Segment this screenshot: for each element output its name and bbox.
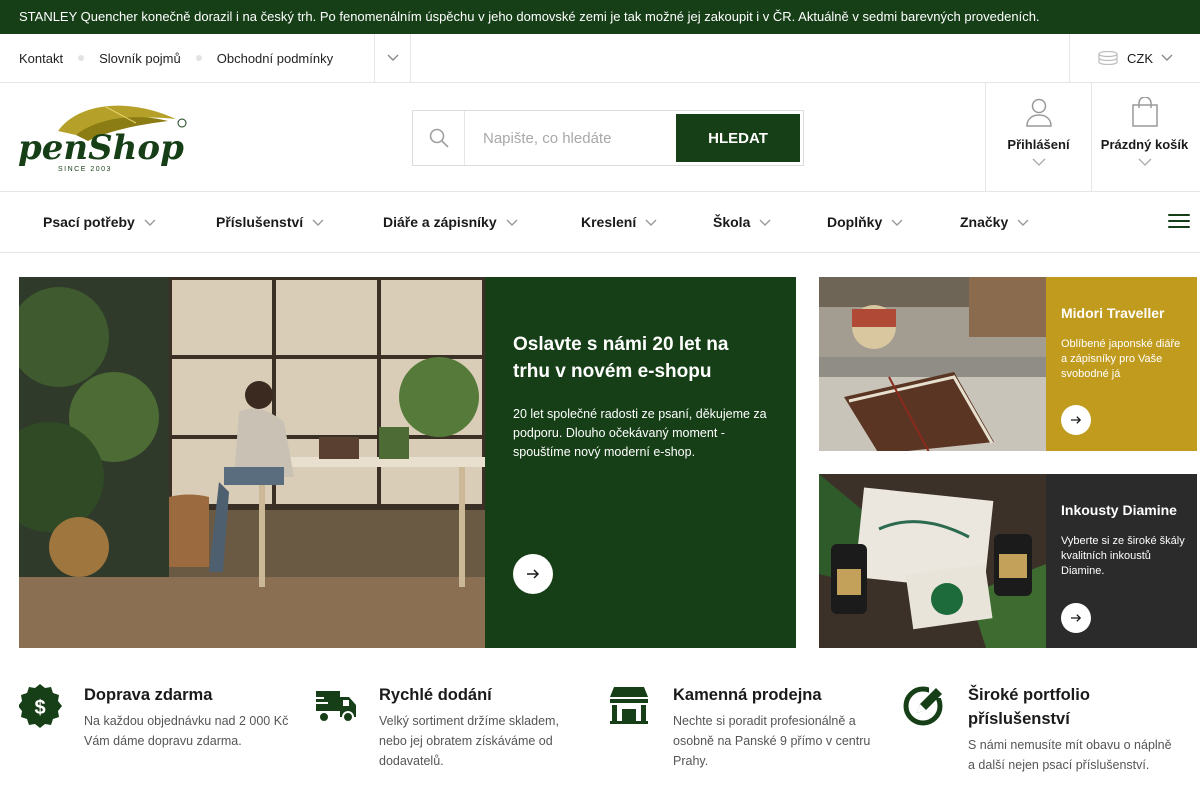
hero-banner[interactable]: Oslavte s námi 20 let na trhu v novém e-… [19, 277, 796, 648]
nav-label: Psací potřeby [43, 214, 135, 230]
nav-diare-zapisniky[interactable]: Diáře a zápisníky [383, 214, 518, 230]
feature-content: Kamenná prodejna Nechte si poradit profe… [673, 683, 883, 771]
main-navigation: Psací potřeby Příslušenství Diáře a zápi… [0, 192, 1200, 253]
search-icon[interactable] [413, 111, 465, 165]
logo-wordmark: penShop [18, 128, 184, 168]
feature-title: Kamenná prodejna [673, 686, 822, 704]
login-label: Přihlášení [1007, 137, 1070, 152]
feature-title: Doprava zdarma [84, 686, 213, 704]
search-input[interactable] [465, 111, 677, 165]
money-badge-icon: $ [19, 684, 62, 728]
cart-button[interactable]: Prázdný košík [1091, 83, 1197, 191]
hero-image [19, 277, 485, 648]
nav-label: Doplňky [827, 214, 883, 230]
link-obchodni-podminky[interactable]: Obchodní podmínky [217, 51, 333, 66]
promo-midori-image [819, 277, 1046, 451]
arrow-right-icon [527, 569, 540, 579]
separator-dot [195, 55, 202, 61]
feature-content: Rychlé dodání Velký sortiment držíme skl… [379, 683, 589, 771]
currency-selector[interactable]: CZK [1069, 34, 1200, 82]
nav-kresleni[interactable]: Kreslení [581, 214, 657, 230]
promo-midori[interactable]: Midori Traveller Oblíbené japonské diáře… [819, 277, 1197, 451]
feature-fast-delivery: Rychlé dodání Velký sortiment držíme skl… [314, 683, 589, 771]
promo-midori-title: Midori Traveller [1061, 305, 1165, 321]
separator-dot [78, 55, 85, 61]
promo-midori-arrow-button[interactable] [1061, 405, 1091, 435]
chevron-down-icon [1017, 219, 1029, 226]
announcement-text[interactable]: STANLEY Quencher konečně dorazil i na če… [19, 9, 1040, 24]
arrow-right-icon [1071, 614, 1082, 622]
hero-arrow-button[interactable] [513, 554, 553, 594]
header: penShop SINCE 2003 HLEDAT Přihlášení Prá… [0, 83, 1200, 192]
utility-links: Kontakt Slovník pojmů Obchodní podmínky [0, 34, 375, 82]
promo-diamine-text: Vyberte si ze široké škály kvalitních in… [1061, 535, 1185, 577]
nav-label: Diáře a zápisníky [383, 214, 497, 230]
chevron-down-icon [506, 219, 518, 226]
nav-doplnky[interactable]: Doplňky [827, 214, 903, 230]
feature-title: Široké portfolio příslušenství [968, 686, 1090, 728]
feature-text: Na každou objednávku nad 2 000 Kč Vám dá… [84, 714, 289, 748]
chevron-down-icon [1138, 158, 1151, 166]
chevron-down-icon [1161, 54, 1173, 61]
currency-label: CZK [1127, 50, 1153, 66]
feature-text: Velký sortiment držíme skladem, nebo jej… [379, 714, 559, 768]
hamburger-menu-icon[interactable] [1168, 214, 1190, 230]
chevron-down-icon [1032, 158, 1045, 166]
cart-label: Prázdný košík [1100, 137, 1189, 152]
promo-diamine-title: Inkousty Diamine [1061, 502, 1177, 518]
nav-prislusenstvi[interactable]: Příslušenství [216, 214, 324, 230]
hero-content: Oslavte s námi 20 let na trhu v novém e-… [485, 277, 796, 648]
store-icon [610, 687, 648, 724]
promo-diamine[interactable]: Inkousty Diamine Vyberte si ze široké šk… [819, 474, 1197, 648]
nav-label: Škola [713, 214, 751, 230]
nav-label: Kreslení [581, 214, 637, 230]
feature-text: S námi nemusíte mít obavu o náplně a dal… [968, 738, 1172, 772]
hero-title: Oslavte s námi 20 let na trhu v novém e-… [513, 334, 729, 382]
nav-label: Příslušenství [216, 214, 304, 230]
feature-portfolio: Široké portfolio příslušenství S námi ne… [903, 683, 1178, 775]
svg-text:$: $ [34, 697, 45, 719]
more-links-button[interactable] [375, 34, 411, 82]
promo-midori-content: Midori Traveller Oblíbené japonské diáře… [1046, 277, 1197, 451]
chevron-down-icon [312, 219, 324, 226]
nav-skola[interactable]: Škola [713, 214, 771, 230]
feature-text: Nechte si poradit profesionálně a osobně… [673, 714, 871, 768]
chevron-down-icon [144, 219, 156, 226]
chevron-down-icon [891, 219, 903, 226]
nav-znacky[interactable]: Značky [960, 214, 1029, 230]
penshop-logo[interactable]: penShop SINCE 2003 [18, 101, 190, 173]
feature-free-shipping: $ Doprava zdarma Na každou objednávku na… [19, 683, 294, 751]
login-button[interactable]: Přihlášení [985, 83, 1091, 191]
search-bar: HLEDAT [412, 110, 804, 166]
promo-diamine-arrow-button[interactable] [1061, 603, 1091, 633]
truck-icon [314, 691, 356, 723]
logo-since: SINCE 2003 [58, 166, 112, 173]
announcement-bar[interactable]: STANLEY Quencher konečně dorazil i na če… [0, 0, 1200, 34]
promo-diamine-image [819, 474, 1046, 648]
utility-bar: Kontakt Slovník pojmů Obchodní podmínky … [0, 34, 1200, 83]
nav-psaci-potreby[interactable]: Psací potřeby [43, 214, 156, 230]
chevron-down-icon [759, 219, 771, 226]
nav-label: Značky [960, 214, 1009, 230]
user-icon [1025, 98, 1052, 127]
link-kontakt[interactable]: Kontakt [19, 51, 63, 66]
chevron-down-icon [387, 54, 398, 61]
feature-title: Rychlé dodání [379, 686, 492, 704]
chevron-down-icon [645, 219, 657, 226]
feature-content: Široké portfolio příslušenství S námi ne… [968, 683, 1178, 775]
promo-midori-text: Oblíbené japonské diáře a zápisníky pro … [1061, 338, 1181, 380]
feature-content: Doprava zdarma Na každou objednávku nad … [84, 683, 294, 751]
arrow-right-icon [1071, 416, 1082, 424]
feature-store: Kamenná prodejna Nechte si poradit profe… [608, 683, 883, 771]
search-button[interactable]: HLEDAT [676, 114, 800, 162]
coins-icon [1098, 51, 1118, 65]
link-slovnik[interactable]: Slovník pojmů [99, 51, 181, 66]
shopping-bag-icon [1131, 97, 1158, 127]
hero-text: 20 let společné radosti ze psaní, děkuje… [513, 407, 767, 459]
pen-circle-icon [903, 684, 949, 726]
promo-diamine-content: Inkousty Diamine Vyberte si ze široké šk… [1046, 474, 1197, 648]
